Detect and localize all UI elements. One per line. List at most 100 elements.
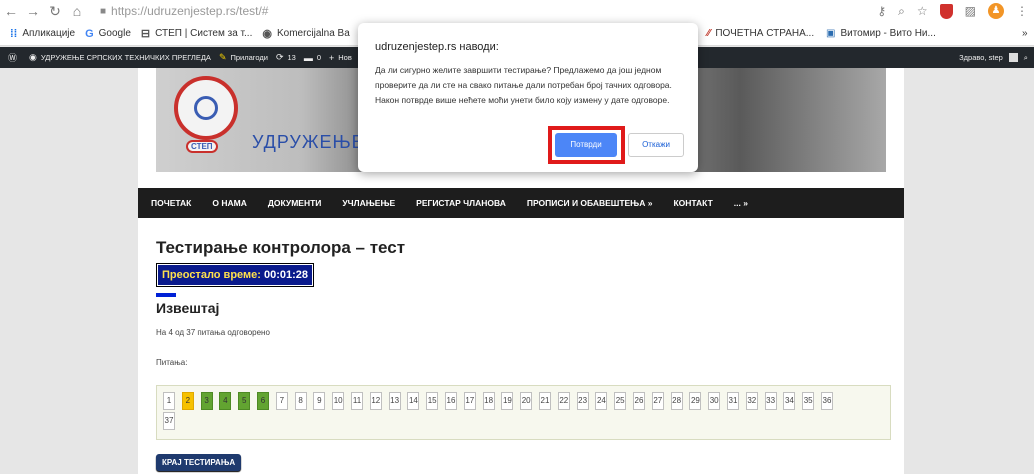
question-button[interactable]: 19 [501, 392, 514, 410]
question-button[interactable]: 21 [539, 392, 551, 410]
question-button[interactable]: 37 [163, 412, 175, 430]
menu-item-about[interactable]: О НАМА [212, 198, 246, 208]
question-button[interactable]: 36 [821, 392, 833, 410]
finish-test-button[interactable]: КРАЈ ТЕСТИРАЊА [156, 454, 242, 471]
question-button[interactable]: 15 [426, 392, 439, 410]
bookmark-vitomir[interactable]: ▣ Витомир - Вито Ни... [826, 28, 936, 39]
bookmarks-more-button[interactable]: » [1022, 28, 1028, 39]
bookmark-icon: ⁄⁄ [707, 28, 711, 39]
cancel-button[interactable]: Откажи [628, 133, 684, 157]
page-content: Тестирање контролора – тест Преостало вр… [156, 238, 896, 471]
question-button[interactable]: 9 [313, 392, 326, 410]
question-button[interactable]: 4 [219, 392, 232, 410]
question-button[interactable]: 2 [181, 392, 194, 410]
wp-logo-button[interactable]: Ⓦ [8, 51, 21, 64]
question-button[interactable]: 7 [275, 392, 288, 410]
question-button[interactable]: 10 [332, 392, 345, 410]
search-icon[interactable]: ⌕ [1024, 53, 1028, 63]
admin-customize[interactable]: ✎ Прилагоди [219, 52, 268, 63]
confirm-dialog: udruzenjestep.rs наводи: Да ли сигурно ж… [358, 23, 698, 172]
question-button[interactable]: 13 [388, 392, 401, 410]
question-button[interactable]: 8 [294, 392, 307, 410]
question-button[interactable]: 12 [369, 392, 382, 410]
comment-icon: ▬ [303, 52, 313, 63]
bookmark-komercijalna[interactable]: ◉ Komercijalna Ba [262, 27, 349, 40]
question-button[interactable]: 30 [708, 392, 721, 410]
report-heading: Извештај [156, 300, 220, 316]
home-icon[interactable]: ⌂ [66, 4, 88, 18]
question-button[interactable]: 1 [163, 392, 175, 410]
timer-box: Преостало време: 00:01:28 [156, 263, 315, 287]
admin-avatar[interactable] [1008, 53, 1018, 62]
globe-icon: ◉ [262, 28, 272, 40]
extension-icon[interactable]: ▨ [965, 4, 976, 18]
question-button[interactable]: 32 [745, 392, 758, 410]
profile-avatar[interactable]: ♟ [988, 3, 1004, 19]
zoom-icon[interactable]: ⌕ [898, 4, 905, 19]
extension-shield-icon[interactable] [939, 3, 953, 19]
forward-icon[interactable]: → [22, 4, 44, 18]
question-button[interactable]: 6 [257, 392, 269, 410]
question-button[interactable]: 17 [463, 392, 476, 410]
admin-comments[interactable]: ▬ 0 [304, 53, 321, 63]
question-button[interactable]: 18 [482, 392, 495, 410]
menu-item-home[interactable]: ПОЧЕТАК [151, 198, 191, 208]
menu-item-more[interactable]: ... » [734, 198, 748, 208]
dialog-title: udruzenjestep.rs наводи: [375, 41, 499, 53]
main-menu: ПОЧЕТАК О НАМА ДОКУМЕНТИ УЧЛАЊЕЊЕ РЕГИСТ… [138, 188, 904, 218]
logo-text: СТЕП [186, 140, 218, 153]
question-button[interactable]: 5 [238, 392, 251, 410]
question-list: 1 2 3 4 5 6 7 8 9 10 11 12 13 14 15 16 17 18 19 20 21 22 23 24 2… [156, 385, 891, 440]
apps-grid-icon: ⁞⁞ [10, 27, 18, 40]
question-button[interactable]: 34 [783, 392, 796, 410]
question-button[interactable]: 24 [595, 392, 608, 410]
page-icon: ⊟ [140, 28, 151, 40]
admin-updates[interactable]: ⟳ 13 [276, 52, 296, 63]
dialog-message: Да ли сигурно желите завршити тестирање?… [375, 65, 672, 105]
question-button[interactable]: 28 [670, 392, 683, 410]
question-button[interactable]: 26 [633, 392, 645, 410]
question-button[interactable]: 16 [445, 392, 457, 410]
back-icon[interactable]: ← [0, 4, 22, 18]
question-button[interactable]: 35 [802, 392, 815, 410]
menu-item-registry[interactable]: РЕГИСТАР ЧЛАНОВА [416, 198, 506, 208]
url-field[interactable]: ■ https://udruzenjestep.rs/test/# [100, 4, 268, 18]
plus-icon: + [329, 52, 335, 63]
reload-icon[interactable]: ↻ [44, 4, 66, 18]
question-button[interactable]: 3 [200, 392, 213, 410]
progress-bar [156, 293, 176, 297]
bookmark-google[interactable]: G Google [85, 28, 131, 40]
browser-address-bar: ← → ↻ ⌂ ■ https://udruzenjestep.rs/test/… [0, 0, 1034, 22]
question-button[interactable]: 29 [689, 392, 702, 410]
question-button[interactable]: 23 [576, 392, 589, 410]
bookmark-apps[interactable]: ⁞⁞ Апликације [10, 28, 75, 40]
questions-label: Питања: [156, 358, 188, 367]
question-button[interactable]: 14 [407, 392, 420, 410]
confirm-button[interactable]: Потврди [555, 133, 617, 157]
menu-item-regulations[interactable]: ПРОПИСИ И ОБАВЕШТЕЊА » [527, 198, 653, 208]
answered-summary: На 4 од 37 питања одговорено [156, 328, 270, 337]
key-icon[interactable]: ⚷ [877, 4, 886, 18]
admin-site-name[interactable]: ◉ УДРУЖЕЊЕ СРПСКИХ ТЕХНИЧКИХ ПРЕГЛЕДА [29, 52, 211, 63]
brush-icon: ✎ [218, 52, 227, 62]
question-button[interactable]: 31 [727, 392, 739, 410]
menu-item-documents[interactable]: ДОКУМЕНТИ [268, 198, 322, 208]
question-button[interactable]: 20 [520, 392, 533, 410]
question-button[interactable]: 22 [557, 392, 570, 410]
bookmark-pocetna[interactable]: ⁄⁄ ПОЧЕТНА СТРАНА... [707, 28, 814, 39]
admin-greeting[interactable]: Здраво, step [959, 53, 1003, 62]
menu-dots-icon[interactable]: ⋮ [1016, 4, 1028, 18]
star-icon[interactable]: ☆ [917, 4, 928, 18]
question-button[interactable]: 25 [614, 392, 627, 410]
site-logo[interactable] [174, 76, 238, 140]
bookmark-step[interactable]: ⊟ СТЕП | Систем за т... [141, 27, 252, 40]
question-button[interactable]: 27 [651, 392, 664, 410]
gear-icon [194, 96, 218, 120]
question-button[interactable]: 33 [764, 392, 777, 410]
lock-icon: ■ [100, 5, 107, 17]
admin-new[interactable]: + Нов [329, 53, 352, 63]
image-icon: ▣ [826, 28, 836, 39]
menu-item-membership[interactable]: УЧЛАЊЕЊЕ [342, 198, 395, 208]
menu-item-contact[interactable]: КОНТАКТ [673, 198, 712, 208]
question-button[interactable]: 11 [351, 392, 363, 410]
